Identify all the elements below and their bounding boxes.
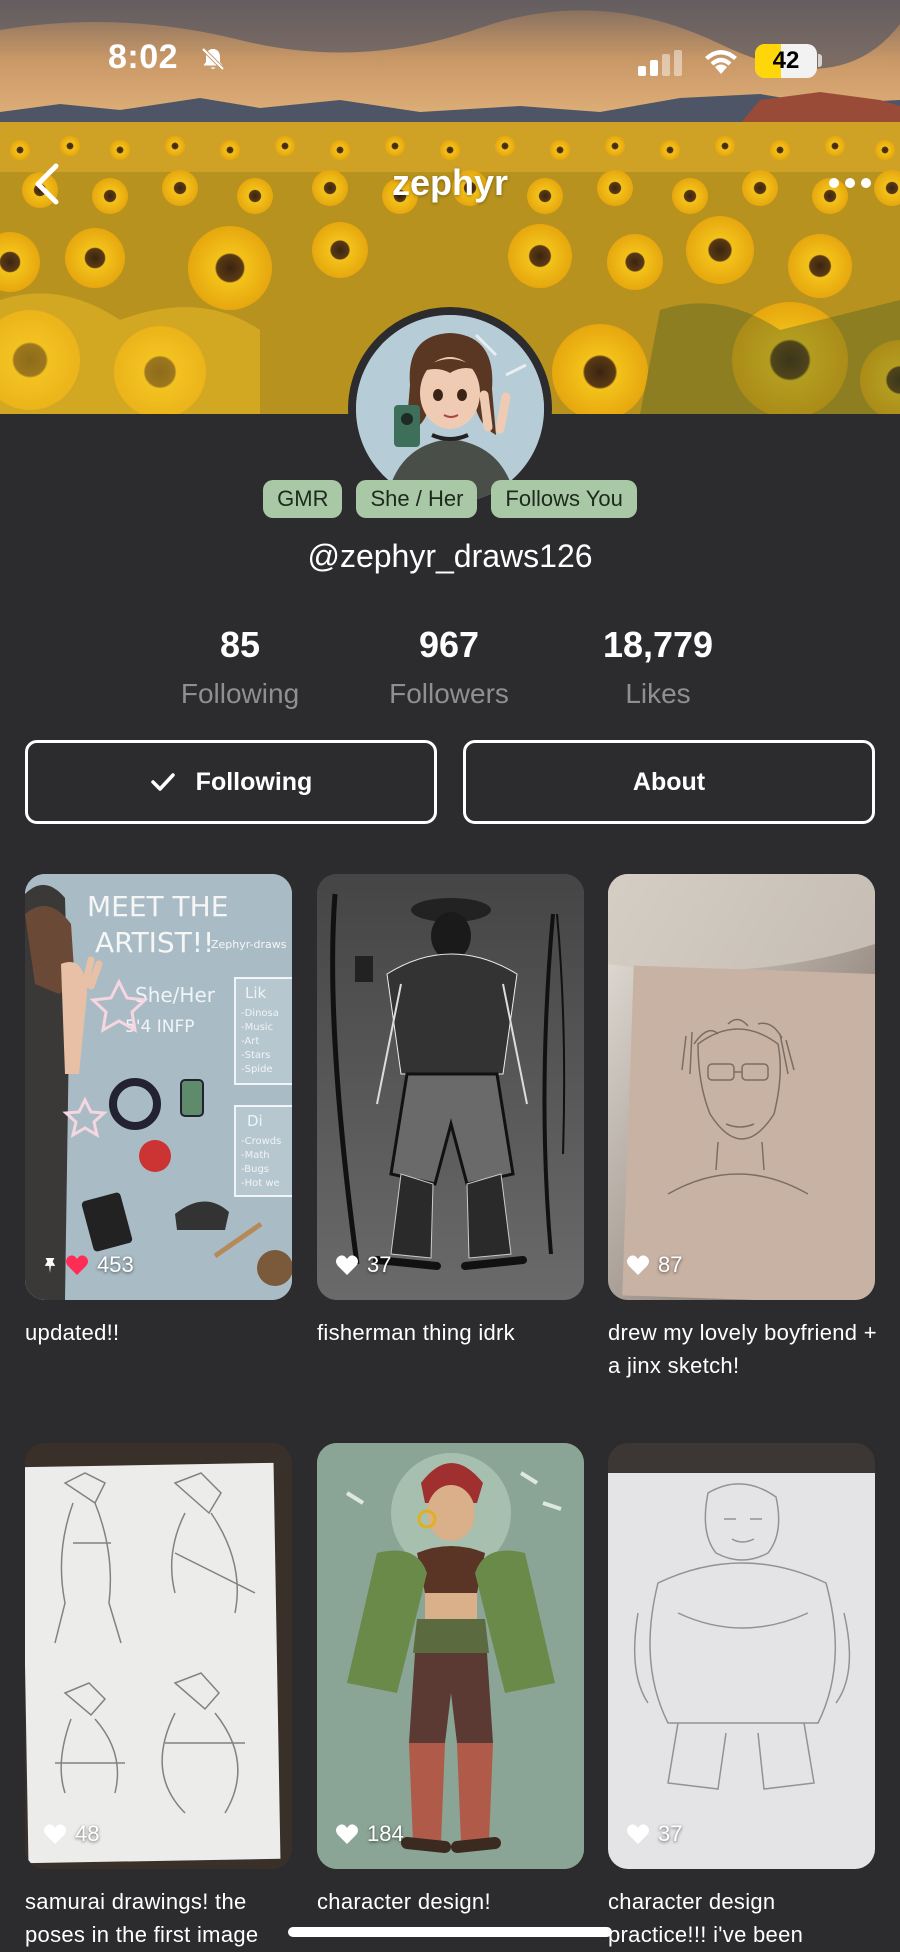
art-text: -Math — [241, 1150, 270, 1161]
art-text: -Hot we — [241, 1178, 280, 1189]
post-caption: fisherman thing idrk — [317, 1320, 515, 1345]
heart-icon — [44, 1824, 66, 1844]
art-text: -Bugs — [241, 1164, 269, 1175]
likes-value: 37 — [658, 1821, 683, 1846]
following-button[interactable]: Following — [25, 740, 437, 824]
likes-value: 87 — [658, 1252, 683, 1277]
boyfriend-sketch-photo — [608, 874, 875, 1300]
art-text: -Music — [241, 1022, 273, 1033]
post-card[interactable]: 37 — [608, 1443, 875, 1869]
likes-value: 37 — [367, 1252, 392, 1277]
home-indicator[interactable] — [288, 1927, 612, 1937]
stat-value: 967 — [418, 624, 480, 665]
stat-likes[interactable]: 18,779 Likes — [558, 624, 758, 710]
likes-count: 37 — [626, 1821, 682, 1847]
profile-name-title: zephyr — [391, 162, 509, 203]
post-card[interactable]: 37 — [317, 874, 584, 1300]
stat-value: 18,779 — [602, 624, 714, 665]
heart-icon — [627, 1255, 649, 1275]
art-text: Di — [247, 1112, 263, 1130]
battery-level: 42 — [772, 47, 800, 74]
about-button-label: About — [632, 767, 706, 796]
post-caption: character design practice!!! i've been — [608, 1889, 804, 1947]
meet-the-artist-artwork: MEET THE ARTIST!! Zephyr-draws She/Her 5… — [25, 874, 292, 1300]
heart-icon — [336, 1255, 358, 1275]
post-card[interactable]: 48 — [25, 1443, 292, 1869]
stat-followers[interactable]: 967 Followers — [349, 624, 549, 710]
stat-label: Followers — [389, 678, 509, 709]
likes-value: 184 — [367, 1821, 404, 1846]
stat-value: 85 — [219, 624, 261, 665]
post-caption: drew my lovely boyfriend + a jinx sketch… — [608, 1320, 877, 1378]
art-text: Zephyr-draws — [211, 938, 287, 951]
likes-count: 37 — [335, 1252, 391, 1278]
pin-icon — [44, 1258, 56, 1273]
art-text: -Spide — [241, 1064, 273, 1075]
username-handle: @zephyr_draws126 — [307, 538, 593, 574]
art-text: -Art — [241, 1036, 259, 1047]
samurai-sketches-photo — [25, 1443, 292, 1869]
art-text: She/Her — [135, 983, 216, 1007]
post-card[interactable]: MEET THE ARTIST!! Zephyr-draws She/Her 5… — [25, 874, 292, 1300]
checkmark-icon — [150, 773, 175, 791]
follows-you-pill: Follows You — [491, 480, 637, 518]
likes-count: 87 — [626, 1252, 682, 1278]
art-text: Lik — [245, 984, 267, 1002]
post-card[interactable]: 87 — [608, 874, 875, 1300]
art-text: ARTIST!! — [95, 926, 214, 959]
profile-tags: GMR She / Her Follows You — [0, 480, 900, 518]
about-button[interactable]: About — [463, 740, 875, 824]
likes-count: 453 — [43, 1252, 134, 1278]
character-design-artwork — [317, 1443, 584, 1869]
status-time: 8:02 — [108, 38, 179, 76]
avatar-drawing — [356, 315, 544, 503]
likes-count: 48 — [43, 1821, 99, 1847]
stat-following[interactable]: 85 Following — [140, 624, 340, 710]
likes-value: 453 — [97, 1252, 134, 1277]
wifi-icon — [705, 50, 737, 74]
art-text: -Crowds — [241, 1136, 281, 1147]
pronouns-pill: She / Her — [356, 480, 478, 518]
more-options-icon[interactable] — [826, 172, 874, 194]
likes-value: 48 — [75, 1821, 100, 1846]
post-caption: samurai drawings! the poses in the first… — [25, 1889, 259, 1947]
bell-muted-icon — [201, 47, 225, 71]
tag-pill: GMR — [263, 480, 343, 518]
art-text: MEET THE — [87, 890, 228, 923]
post-caption: updated!! — [25, 1320, 120, 1345]
likes-count: 184 — [335, 1821, 404, 1847]
post-card[interactable]: 184 — [317, 1443, 584, 1869]
fisherman-artwork — [317, 874, 584, 1300]
cellular-signal-icon — [638, 50, 682, 76]
stat-label: Likes — [625, 678, 691, 709]
art-text: -Dinosa — [241, 1008, 279, 1019]
following-button-label: Following — [195, 767, 313, 796]
heart-icon — [627, 1824, 649, 1844]
battery-indicator: 42 — [755, 44, 817, 78]
design-practice-photo — [608, 1443, 875, 1869]
post-caption: character design! — [317, 1889, 491, 1914]
art-text: -Stars — [241, 1050, 270, 1061]
heart-icon — [336, 1824, 358, 1844]
stat-label: Following — [180, 678, 300, 709]
heart-filled-icon — [66, 1255, 88, 1275]
battery-tip — [818, 54, 822, 67]
